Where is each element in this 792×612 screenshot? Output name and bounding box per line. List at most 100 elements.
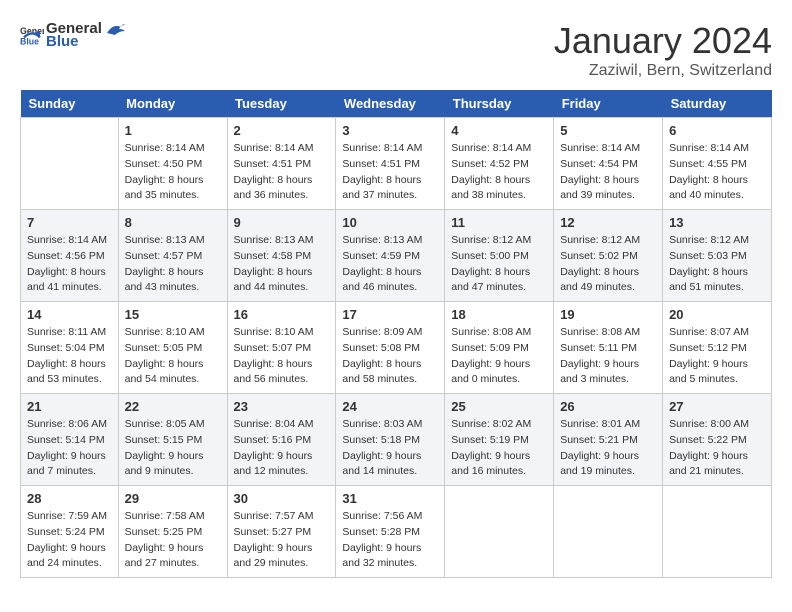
day-info: Sunrise: 8:05 AMSunset: 5:15 PMDaylight:… bbox=[125, 417, 221, 480]
calendar-cell bbox=[21, 118, 119, 210]
calendar-cell: 24 Sunrise: 8:03 AMSunset: 5:18 PMDaylig… bbox=[336, 394, 445, 486]
day-info: Sunrise: 8:10 AMSunset: 5:05 PMDaylight:… bbox=[125, 325, 221, 388]
day-number: 26 bbox=[560, 399, 656, 414]
day-number: 24 bbox=[342, 399, 438, 414]
col-header-sunday: Sunday bbox=[21, 90, 119, 118]
day-info: Sunrise: 7:58 AMSunset: 5:25 PMDaylight:… bbox=[125, 509, 221, 572]
day-number: 4 bbox=[451, 123, 547, 138]
day-info: Sunrise: 8:14 AMSunset: 4:56 PMDaylight:… bbox=[27, 233, 112, 296]
day-info: Sunrise: 8:09 AMSunset: 5:08 PMDaylight:… bbox=[342, 325, 438, 388]
col-header-monday: Monday bbox=[118, 90, 227, 118]
day-info: Sunrise: 8:14 AMSunset: 4:50 PMDaylight:… bbox=[125, 141, 221, 204]
day-info: Sunrise: 7:57 AMSunset: 5:27 PMDaylight:… bbox=[234, 509, 330, 572]
day-info: Sunrise: 8:10 AMSunset: 5:07 PMDaylight:… bbox=[234, 325, 330, 388]
calendar-cell: 20 Sunrise: 8:07 AMSunset: 5:12 PMDaylig… bbox=[663, 302, 772, 394]
col-header-tuesday: Tuesday bbox=[227, 90, 336, 118]
day-number: 6 bbox=[669, 123, 765, 138]
location-title: Zaziwil, Bern, Switzerland bbox=[554, 62, 772, 80]
day-number: 27 bbox=[669, 399, 765, 414]
svg-text:General: General bbox=[20, 26, 44, 36]
day-number: 9 bbox=[234, 215, 330, 230]
calendar-cell: 19 Sunrise: 8:08 AMSunset: 5:11 PMDaylig… bbox=[554, 302, 663, 394]
day-number: 16 bbox=[234, 307, 330, 322]
logo-icon: General Blue bbox=[20, 23, 44, 47]
day-number: 18 bbox=[451, 307, 547, 322]
day-info: Sunrise: 8:06 AMSunset: 5:14 PMDaylight:… bbox=[27, 417, 112, 480]
calendar-cell: 29 Sunrise: 7:58 AMSunset: 5:25 PMDaylig… bbox=[118, 486, 227, 578]
calendar-cell: 12 Sunrise: 8:12 AMSunset: 5:02 PMDaylig… bbox=[554, 210, 663, 302]
calendar-cell: 30 Sunrise: 7:57 AMSunset: 5:27 PMDaylig… bbox=[227, 486, 336, 578]
day-number: 8 bbox=[125, 215, 221, 230]
day-number: 2 bbox=[234, 123, 330, 138]
day-number: 7 bbox=[27, 215, 112, 230]
day-number: 21 bbox=[27, 399, 112, 414]
calendar-cell: 18 Sunrise: 8:08 AMSunset: 5:09 PMDaylig… bbox=[445, 302, 554, 394]
calendar-cell: 10 Sunrise: 8:13 AMSunset: 4:59 PMDaylig… bbox=[336, 210, 445, 302]
day-info: Sunrise: 7:56 AMSunset: 5:28 PMDaylight:… bbox=[342, 509, 438, 572]
calendar-week-2: 7 Sunrise: 8:14 AMSunset: 4:56 PMDayligh… bbox=[21, 210, 772, 302]
calendar-cell: 4 Sunrise: 8:14 AMSunset: 4:52 PMDayligh… bbox=[445, 118, 554, 210]
calendar-cell: 3 Sunrise: 8:14 AMSunset: 4:51 PMDayligh… bbox=[336, 118, 445, 210]
header-row: SundayMondayTuesdayWednesdayThursdayFrid… bbox=[21, 90, 772, 118]
day-number: 22 bbox=[125, 399, 221, 414]
calendar-cell: 15 Sunrise: 8:10 AMSunset: 5:05 PMDaylig… bbox=[118, 302, 227, 394]
day-info: Sunrise: 8:13 AMSunset: 4:57 PMDaylight:… bbox=[125, 233, 221, 296]
calendar-cell: 14 Sunrise: 8:11 AMSunset: 5:04 PMDaylig… bbox=[21, 302, 119, 394]
calendar-cell: 22 Sunrise: 8:05 AMSunset: 5:15 PMDaylig… bbox=[118, 394, 227, 486]
day-number: 1 bbox=[125, 123, 221, 138]
calendar-cell bbox=[554, 486, 663, 578]
calendar-cell: 6 Sunrise: 8:14 AMSunset: 4:55 PMDayligh… bbox=[663, 118, 772, 210]
day-info: Sunrise: 8:14 AMSunset: 4:54 PMDaylight:… bbox=[560, 141, 656, 204]
day-info: Sunrise: 8:08 AMSunset: 5:09 PMDaylight:… bbox=[451, 325, 547, 388]
title-area: January 2024 Zaziwil, Bern, Switzerland bbox=[554, 20, 772, 80]
day-info: Sunrise: 8:00 AMSunset: 5:22 PMDaylight:… bbox=[669, 417, 765, 480]
calendar-cell: 2 Sunrise: 8:14 AMSunset: 4:51 PMDayligh… bbox=[227, 118, 336, 210]
calendar-cell: 26 Sunrise: 8:01 AMSunset: 5:21 PMDaylig… bbox=[554, 394, 663, 486]
day-number: 10 bbox=[342, 215, 438, 230]
day-info: Sunrise: 7:59 AMSunset: 5:24 PMDaylight:… bbox=[27, 509, 112, 572]
calendar-cell: 27 Sunrise: 8:00 AMSunset: 5:22 PMDaylig… bbox=[663, 394, 772, 486]
day-info: Sunrise: 8:03 AMSunset: 5:18 PMDaylight:… bbox=[342, 417, 438, 480]
day-info: Sunrise: 8:14 AMSunset: 4:51 PMDaylight:… bbox=[342, 141, 438, 204]
calendar-cell: 5 Sunrise: 8:14 AMSunset: 4:54 PMDayligh… bbox=[554, 118, 663, 210]
calendar-week-3: 14 Sunrise: 8:11 AMSunset: 5:04 PMDaylig… bbox=[21, 302, 772, 394]
day-number: 5 bbox=[560, 123, 656, 138]
calendar-cell: 21 Sunrise: 8:06 AMSunset: 5:14 PMDaylig… bbox=[21, 394, 119, 486]
day-number: 20 bbox=[669, 307, 765, 322]
calendar-cell: 25 Sunrise: 8:02 AMSunset: 5:19 PMDaylig… bbox=[445, 394, 554, 486]
calendar-cell: 11 Sunrise: 8:12 AMSunset: 5:00 PMDaylig… bbox=[445, 210, 554, 302]
day-info: Sunrise: 8:01 AMSunset: 5:21 PMDaylight:… bbox=[560, 417, 656, 480]
col-header-friday: Friday bbox=[554, 90, 663, 118]
day-info: Sunrise: 8:13 AMSunset: 4:58 PMDaylight:… bbox=[234, 233, 330, 296]
calendar-cell: 16 Sunrise: 8:10 AMSunset: 5:07 PMDaylig… bbox=[227, 302, 336, 394]
day-number: 19 bbox=[560, 307, 656, 322]
logo-bird-icon bbox=[105, 21, 125, 37]
day-info: Sunrise: 8:12 AMSunset: 5:03 PMDaylight:… bbox=[669, 233, 765, 296]
day-number: 30 bbox=[234, 491, 330, 506]
day-number: 23 bbox=[234, 399, 330, 414]
calendar-cell: 8 Sunrise: 8:13 AMSunset: 4:57 PMDayligh… bbox=[118, 210, 227, 302]
calendar-cell: 28 Sunrise: 7:59 AMSunset: 5:24 PMDaylig… bbox=[21, 486, 119, 578]
day-number: 11 bbox=[451, 215, 547, 230]
logo: General Blue General Blue bbox=[20, 20, 125, 50]
calendar-cell: 1 Sunrise: 8:14 AMSunset: 4:50 PMDayligh… bbox=[118, 118, 227, 210]
calendar-cell: 31 Sunrise: 7:56 AMSunset: 5:28 PMDaylig… bbox=[336, 486, 445, 578]
calendar-cell: 23 Sunrise: 8:04 AMSunset: 5:16 PMDaylig… bbox=[227, 394, 336, 486]
day-number: 29 bbox=[125, 491, 221, 506]
day-info: Sunrise: 8:14 AMSunset: 4:51 PMDaylight:… bbox=[234, 141, 330, 204]
day-info: Sunrise: 8:11 AMSunset: 5:04 PMDaylight:… bbox=[27, 325, 112, 388]
day-number: 15 bbox=[125, 307, 221, 322]
day-number: 13 bbox=[669, 215, 765, 230]
header: General Blue General Blue January 2024 Z… bbox=[20, 20, 772, 80]
day-info: Sunrise: 8:13 AMSunset: 4:59 PMDaylight:… bbox=[342, 233, 438, 296]
col-header-wednesday: Wednesday bbox=[336, 90, 445, 118]
calendar-cell: 13 Sunrise: 8:12 AMSunset: 5:03 PMDaylig… bbox=[663, 210, 772, 302]
day-number: 17 bbox=[342, 307, 438, 322]
day-info: Sunrise: 8:04 AMSunset: 5:16 PMDaylight:… bbox=[234, 417, 330, 480]
day-info: Sunrise: 8:02 AMSunset: 5:19 PMDaylight:… bbox=[451, 417, 547, 480]
day-info: Sunrise: 8:07 AMSunset: 5:12 PMDaylight:… bbox=[669, 325, 765, 388]
day-info: Sunrise: 8:14 AMSunset: 4:55 PMDaylight:… bbox=[669, 141, 765, 204]
col-header-thursday: Thursday bbox=[445, 90, 554, 118]
calendar-cell: 7 Sunrise: 8:14 AMSunset: 4:56 PMDayligh… bbox=[21, 210, 119, 302]
day-info: Sunrise: 8:08 AMSunset: 5:11 PMDaylight:… bbox=[560, 325, 656, 388]
